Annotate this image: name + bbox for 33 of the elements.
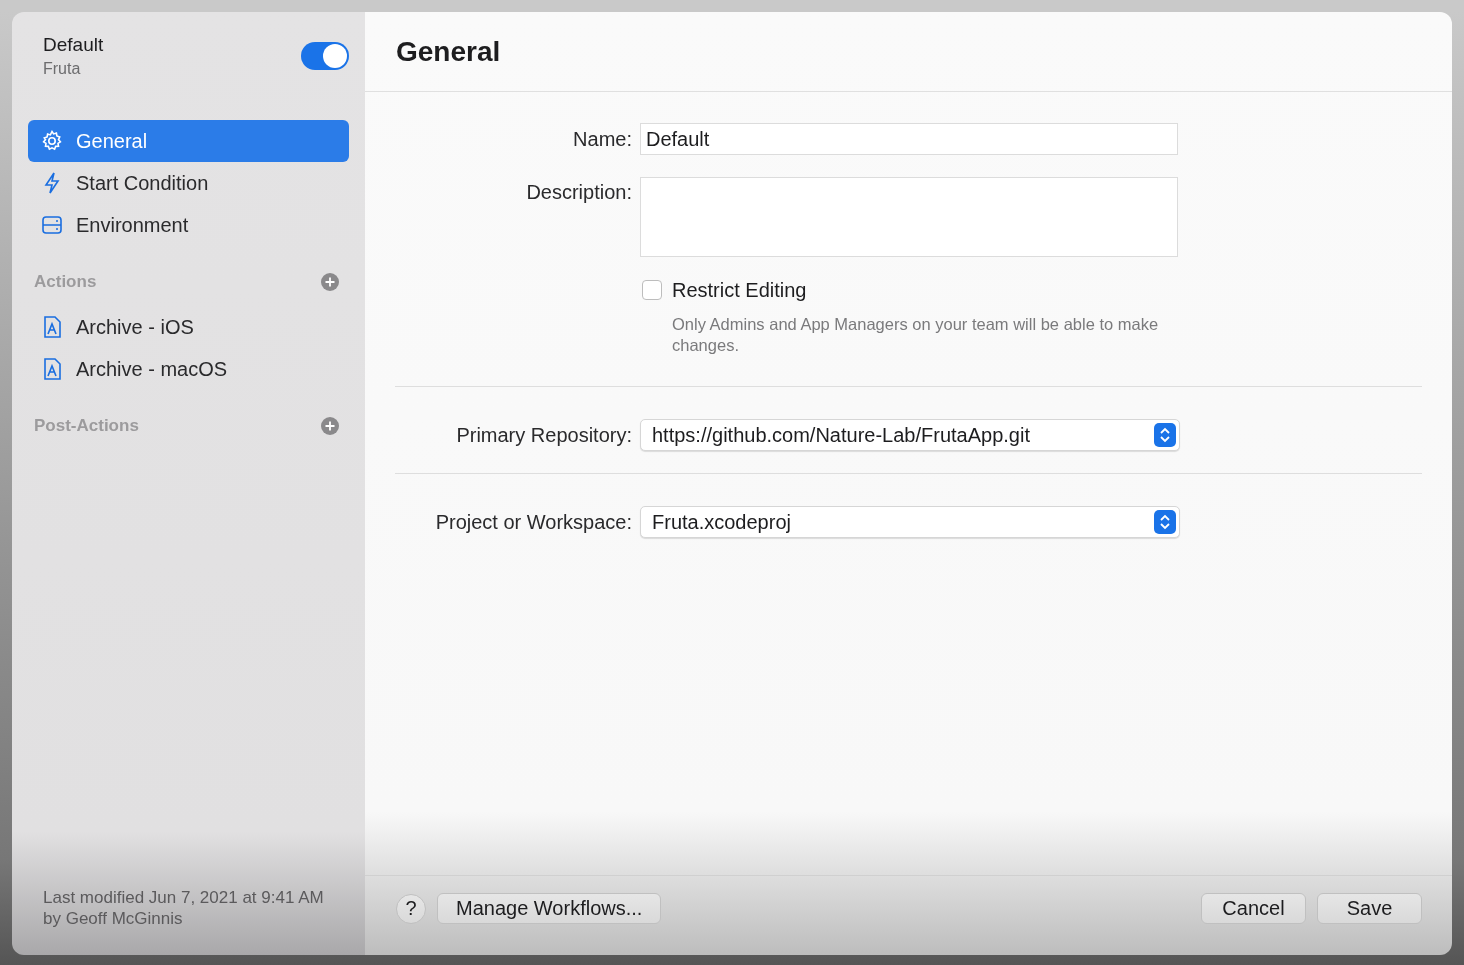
sidebar-item[interactable]: Start Condition	[28, 162, 349, 204]
stepper-icon	[1154, 423, 1176, 447]
checkbox[interactable]	[642, 280, 662, 300]
section-heading: Post-Actions	[34, 416, 139, 436]
page-title: General	[396, 35, 501, 68]
field-label: Description:	[525, 180, 632, 204]
field-label: Primary Repository:	[455, 423, 632, 447]
last-modified-text: Last modified Jun 7, 2021 at 9:41 AM by Geoff McGinnis	[43, 887, 325, 929]
add-icon[interactable]	[320, 416, 340, 436]
field-label: Project or Workspace:	[434, 510, 632, 534]
help-button[interactable]: ?	[396, 893, 426, 924]
checkbox-label: Restrict Editing	[672, 279, 807, 301]
repository-dropdown[interactable]: https://github.com/Nature-Lab/FrutaApp.git	[640, 419, 1180, 451]
gear-icon	[40, 129, 64, 153]
workflow-subtitle: Fruta	[43, 60, 82, 78]
project-dropdown[interactable]: Fruta.xcodeproj	[640, 506, 1180, 538]
add-icon[interactable]	[320, 272, 340, 292]
section-heading: Actions	[34, 272, 97, 292]
description-field[interactable]	[640, 177, 1178, 257]
cancel-button[interactable]: Cancel	[1201, 893, 1306, 924]
manage-workflows-button[interactable]: Manage Workflows...	[437, 893, 662, 924]
action-item[interactable]: Archive - iOS	[28, 306, 349, 348]
save-button[interactable]: Save	[1317, 893, 1422, 924]
workflow-title: Default	[43, 34, 104, 56]
sidebar-item[interactable]: Environment	[28, 204, 349, 246]
name-field[interactable]: Default	[640, 123, 1178, 155]
hint-text: Only Admins and App Managers on your team will be able to make changes.	[672, 314, 1160, 356]
field-label: Name:	[572, 127, 632, 151]
sidebar-item[interactable]: General	[28, 120, 349, 162]
enable-toggle[interactable]	[301, 42, 349, 70]
action-item[interactable]: Archive - macOS	[28, 348, 349, 390]
stepper-icon	[1154, 510, 1176, 534]
server-icon	[40, 213, 64, 237]
